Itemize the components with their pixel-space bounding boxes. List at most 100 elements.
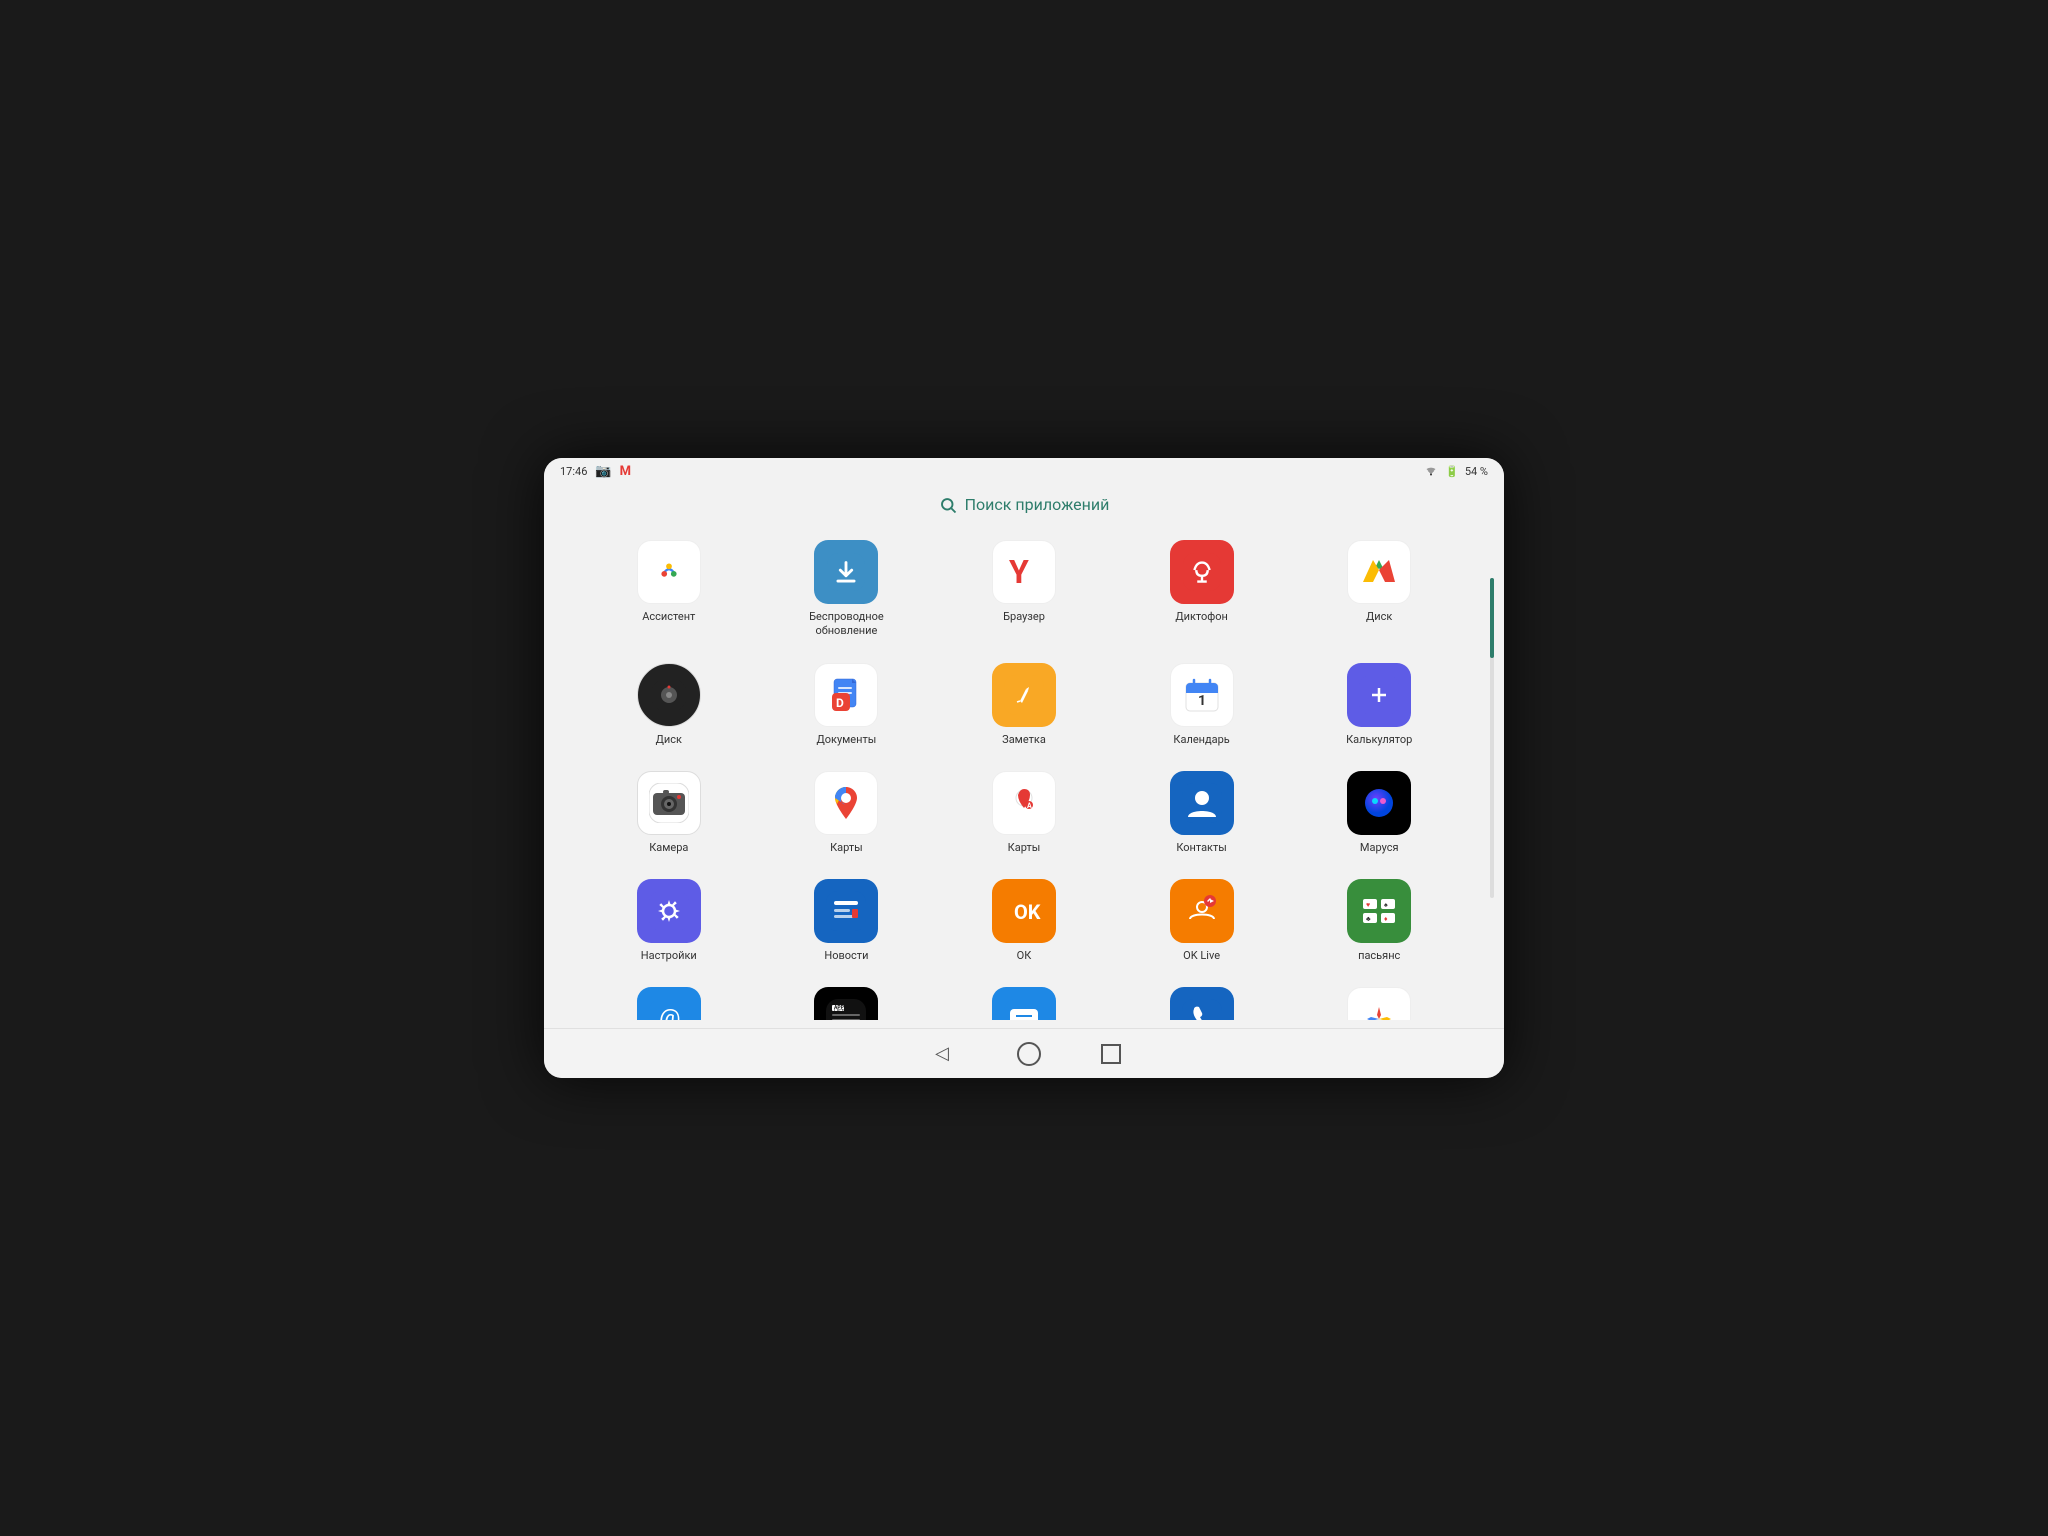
camera-icon [637,771,701,835]
ok-label: ОК [1017,949,1032,963]
marusia-icon [1347,771,1411,835]
maps-google-icon [814,771,878,835]
camera-label: Камера [649,841,688,855]
calendar-label: Календарь [1173,733,1229,747]
dictaphone-icon [1170,540,1234,604]
app-item-marusia[interactable]: Маруся [1294,761,1464,861]
app-item-maps-yandex[interactable]: A Карты [939,761,1109,861]
app-item-maps-google[interactable]: Карты [762,761,932,861]
app-item-camera[interactable]: Камера [584,761,754,861]
browser-label: Браузер [1003,610,1045,624]
svg-text:♥: ♥ [1366,901,1370,909]
app-item-contacts[interactable]: Контакты [1117,761,1287,861]
app-item-phone[interactable]: Телефон [1117,977,1287,1020]
scrollbar[interactable] [1490,578,1494,898]
app-item-ok-live[interactable]: OK Live [1117,869,1287,969]
ok-icon: OK [992,879,1056,943]
app-item-photos[interactable]: Фото [1294,977,1464,1020]
app-item-calculator[interactable]: Калькулятор [1294,653,1464,753]
scrollbar-thumb[interactable] [1490,578,1494,658]
app-item-news[interactable]: Новости [762,869,932,969]
search-placeholder: Поиск приложений [965,495,1110,514]
calculator-label: Калькулятор [1346,733,1412,747]
back-button[interactable]: ◁ [927,1039,957,1069]
status-right: 🔋 54 % [1423,464,1488,479]
photos-icon [1347,987,1411,1020]
svg-text:♦: ♦ [1384,915,1388,923]
tablet-screen: 17:46 📷 M 🔋 54 % Поиск приложений Ассист… [544,458,1504,1078]
note-icon [992,663,1056,727]
svg-text:OK: OK [1014,900,1041,924]
maps-yandex-label: Карты [1008,841,1041,855]
maps-google-label: Карты [830,841,863,855]
settings-label: Настройки [641,949,697,963]
assistant-icon [637,540,701,604]
app-item-assistant[interactable]: Ассистент [584,530,754,645]
applist-icon: APPLIST [814,987,878,1020]
app-item-dictaphone[interactable]: Диктофон [1117,530,1287,645]
svg-text:Y: Y [1009,553,1029,591]
app-item-disk[interactable]: Диск [584,653,754,753]
drive-icon [1347,540,1411,604]
app-item-wireless-update[interactable]: Беспроводное обновление [762,530,932,645]
svg-text:♣: ♣ [1366,915,1371,923]
ok-live-icon [1170,879,1234,943]
bottom-nav: ◁ [544,1028,1504,1078]
home-button[interactable] [1017,1042,1041,1066]
app-item-calendar[interactable]: 1 Календарь [1117,653,1287,753]
ok-live-label: OK Live [1183,949,1220,963]
calculator-icon [1347,663,1411,727]
battery-icon: 🔋 [1445,465,1459,478]
app-item-drive[interactable]: Диск [1294,530,1464,645]
gmail-icon: M [620,464,631,479]
search-bar[interactable]: Поиск приложений [544,485,1504,530]
disk-label: Диск [656,733,682,747]
status-bar: 17:46 📷 M 🔋 54 % [544,458,1504,485]
status-left: 17:46 📷 M [560,464,631,479]
app-item-ok[interactable]: OK ОК [939,869,1109,969]
note-label: Заметка [1002,733,1046,747]
dictaphone-label: Диктофон [1175,610,1228,624]
wireless-update-label: Беспроводное обновление [806,610,886,639]
app-item-solitaire[interactable]: ♥ ♠ ♣ ♦ пасьянс [1294,869,1464,969]
docs-icon: D [814,663,878,727]
time-display: 17:46 [560,465,587,478]
assistant-label: Ассистент [642,610,695,624]
disk-icon [637,663,701,727]
recent-button[interactable] [1101,1044,1121,1064]
mail-icon: @ [637,987,701,1020]
svg-text:A: A [1027,802,1032,810]
instagram-icon: 📷 [595,464,611,479]
contacts-icon [1170,771,1234,835]
app-item-browser[interactable]: Y Браузер [939,530,1109,645]
docs-label: Документы [816,733,876,747]
drive-label: Диск [1366,610,1392,624]
svg-text:@: @ [659,1004,681,1020]
browser-icon: Y [992,540,1056,604]
battery-percent: 54 % [1465,465,1488,478]
solitaire-icon: ♥ ♠ ♣ ♦ [1347,879,1411,943]
svg-text:1: 1 [1198,693,1206,709]
wireless-update-icon [814,540,878,604]
app-item-settings[interactable]: Настройки [584,869,754,969]
search-icon [939,496,957,514]
solitaire-label: пасьянс [1358,949,1400,963]
maps-yandex-icon: A [992,771,1056,835]
phone-icon [1170,987,1234,1020]
news-label: Новости [824,949,868,963]
svg-text:D: D [836,696,844,710]
news-icon [814,879,878,943]
app-item-messages[interactable]: Сообщения [939,977,1109,1020]
svg-text:♠: ♠ [1384,901,1388,909]
app-item-docs[interactable]: D Документы [762,653,932,753]
marusia-label: Маруся [1360,841,1399,855]
app-item-mail[interactable]: @ Почта Mail.ru [584,977,754,1020]
app-item-note[interactable]: Заметка [939,653,1109,753]
app-item-applist[interactable]: APPLIST Приложения [762,977,932,1020]
messages-icon [992,987,1056,1020]
calendar-icon: 1 [1170,663,1234,727]
app-grid: Ассистент Беспроводное обновление Y Брау… [544,530,1504,1020]
wifi-icon [1423,464,1439,479]
svg-text:LIST: LIST [834,1009,844,1015]
settings-icon [637,879,701,943]
